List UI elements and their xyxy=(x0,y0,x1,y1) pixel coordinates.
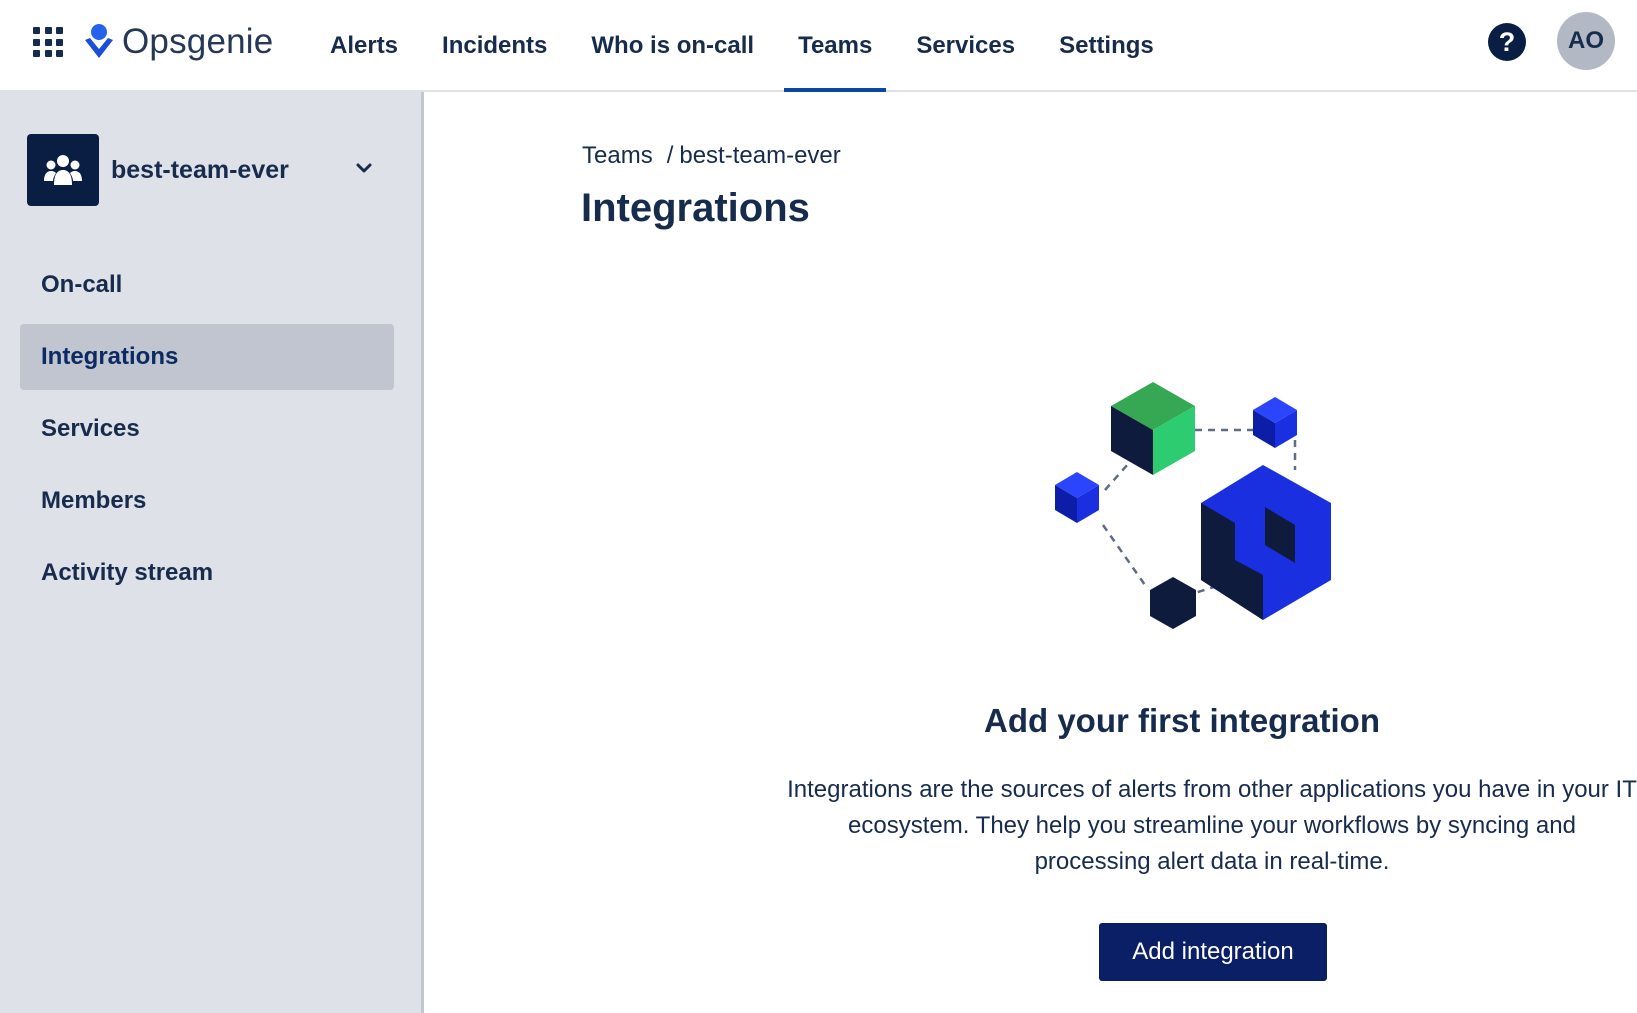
team-icon xyxy=(44,155,82,185)
breadcrumb-teams[interactable]: Teams xyxy=(582,142,653,170)
breadcrumb-team[interactable]: best-team-ever xyxy=(679,142,840,170)
nav-settings[interactable]: Settings xyxy=(1045,0,1168,92)
opsgenie-logo[interactable]: Opsgenie xyxy=(84,20,273,64)
nav-services[interactable]: Services xyxy=(902,0,1029,92)
integrations-illustration xyxy=(1055,382,1331,629)
team-nav: On-call Integrations Services Members Ac… xyxy=(20,252,394,612)
app-name: Opsgenie xyxy=(122,22,274,61)
sidebar-item-activity-stream[interactable]: Activity stream xyxy=(20,540,394,606)
team-avatar xyxy=(27,134,99,206)
team-name: best-team-ever xyxy=(111,155,289,184)
empty-state-description: Integrations are the sources of alerts f… xyxy=(787,776,1637,875)
sidebar-item-members[interactable]: Members xyxy=(20,468,394,534)
nav-teams[interactable]: Teams xyxy=(784,0,887,92)
add-integration-button[interactable]: Add integration xyxy=(1099,923,1327,981)
main-nav: Alerts Incidents Who is on-call Teams Se… xyxy=(316,0,1184,92)
nav-who-is-on-call[interactable]: Who is on-call xyxy=(577,0,768,92)
chevron-down-icon[interactable] xyxy=(354,158,374,178)
sidebar-item-integrations[interactable]: Integrations xyxy=(20,324,394,390)
app-switcher-icon[interactable] xyxy=(33,27,63,57)
top-navigation-bar: Opsgenie Alerts Incidents Who is on-call… xyxy=(0,0,1637,92)
opsgenie-logo-icon xyxy=(85,24,113,58)
help-icon[interactable]: ? xyxy=(1488,23,1526,61)
nav-incidents[interactable]: Incidents xyxy=(428,0,561,92)
breadcrumb-separator: / xyxy=(666,142,674,169)
sidebar: best-team-ever On-call Integrations Serv… xyxy=(0,92,424,1013)
team-switcher[interactable]: best-team-ever xyxy=(27,134,387,206)
sidebar-item-on-call[interactable]: On-call xyxy=(20,252,394,318)
nav-alerts[interactable]: Alerts xyxy=(316,0,412,92)
empty-state-heading: Add your first integration xyxy=(984,702,1380,739)
page-title: Integrations xyxy=(581,186,810,230)
breadcrumb: Teams / best-team-ever xyxy=(582,142,841,170)
user-avatar[interactable]: AO xyxy=(1557,12,1615,70)
main-content: Teams / best-team-ever Integrations Add … xyxy=(427,92,1637,1013)
sidebar-item-services[interactable]: Services xyxy=(20,396,394,462)
